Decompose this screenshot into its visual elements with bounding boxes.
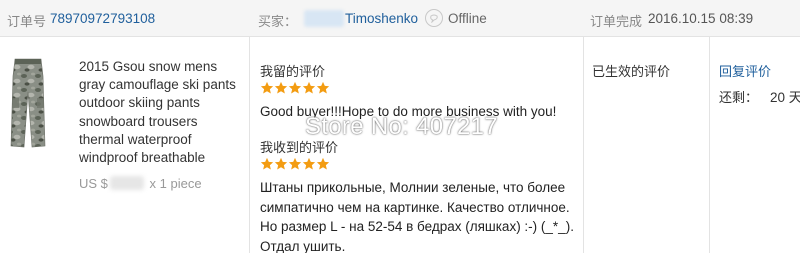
order-id-link[interactable]: 78970972793108 xyxy=(50,11,155,26)
column-divider xyxy=(583,37,584,253)
received-feedback-text: Штаны прикольные, Молнии зеленые, что бо… xyxy=(260,180,574,253)
completed-label: 订单完成 xyxy=(590,14,643,29)
star-icon xyxy=(288,157,302,170)
buyer-status: Offline xyxy=(448,11,487,26)
product-thumbnail[interactable] xyxy=(7,58,49,150)
star-icon xyxy=(288,81,302,94)
given-rating-stars xyxy=(260,81,330,95)
received-rating-stars xyxy=(260,157,330,171)
column-divider xyxy=(249,37,250,253)
remaining-label: 还剩： xyxy=(719,90,759,105)
price-prefix: US $ xyxy=(79,176,108,191)
star-icon xyxy=(260,81,274,94)
product-price: US $ x 1 piece xyxy=(79,176,202,191)
buyer-label: 买家： xyxy=(258,14,298,29)
buyer-name-link[interactable]: Timoshenko xyxy=(345,11,418,26)
star-icon xyxy=(302,157,316,170)
product-quantity: x 1 piece xyxy=(149,176,202,191)
remaining-value: 20 天 xyxy=(770,90,800,105)
completed-date: 2016.10.15 08:39 xyxy=(648,11,754,26)
column-divider xyxy=(709,37,710,253)
star-icon xyxy=(274,157,288,170)
feedback-status: 已生效的评价 xyxy=(592,64,671,79)
star-icon xyxy=(260,157,274,170)
reply-feedback-link[interactable]: 回复评价 xyxy=(719,61,771,80)
given-feedback-text: Good buyer!!!Hope to do more business wi… xyxy=(260,104,557,119)
star-icon xyxy=(316,81,330,94)
star-icon xyxy=(274,81,288,94)
star-icon xyxy=(316,157,330,170)
order-header: 订单号 78970972793108 买家： Timoshenko Offlin… xyxy=(0,0,800,37)
product-title-link[interactable]: 2015 Gsou snow mens gray camouflage ski … xyxy=(79,58,244,167)
price-redaction xyxy=(109,176,144,190)
order-id-label: 订单号 xyxy=(7,14,47,29)
offline-chat-icon[interactable] xyxy=(425,9,443,27)
remaining-days: 还剩： 20 天 xyxy=(719,86,800,106)
received-feedback-heading: 我收到的评价 xyxy=(260,140,339,155)
given-feedback-heading: 我留的评价 xyxy=(260,64,326,79)
buyer-name-redaction xyxy=(304,10,344,27)
star-icon xyxy=(302,81,316,94)
